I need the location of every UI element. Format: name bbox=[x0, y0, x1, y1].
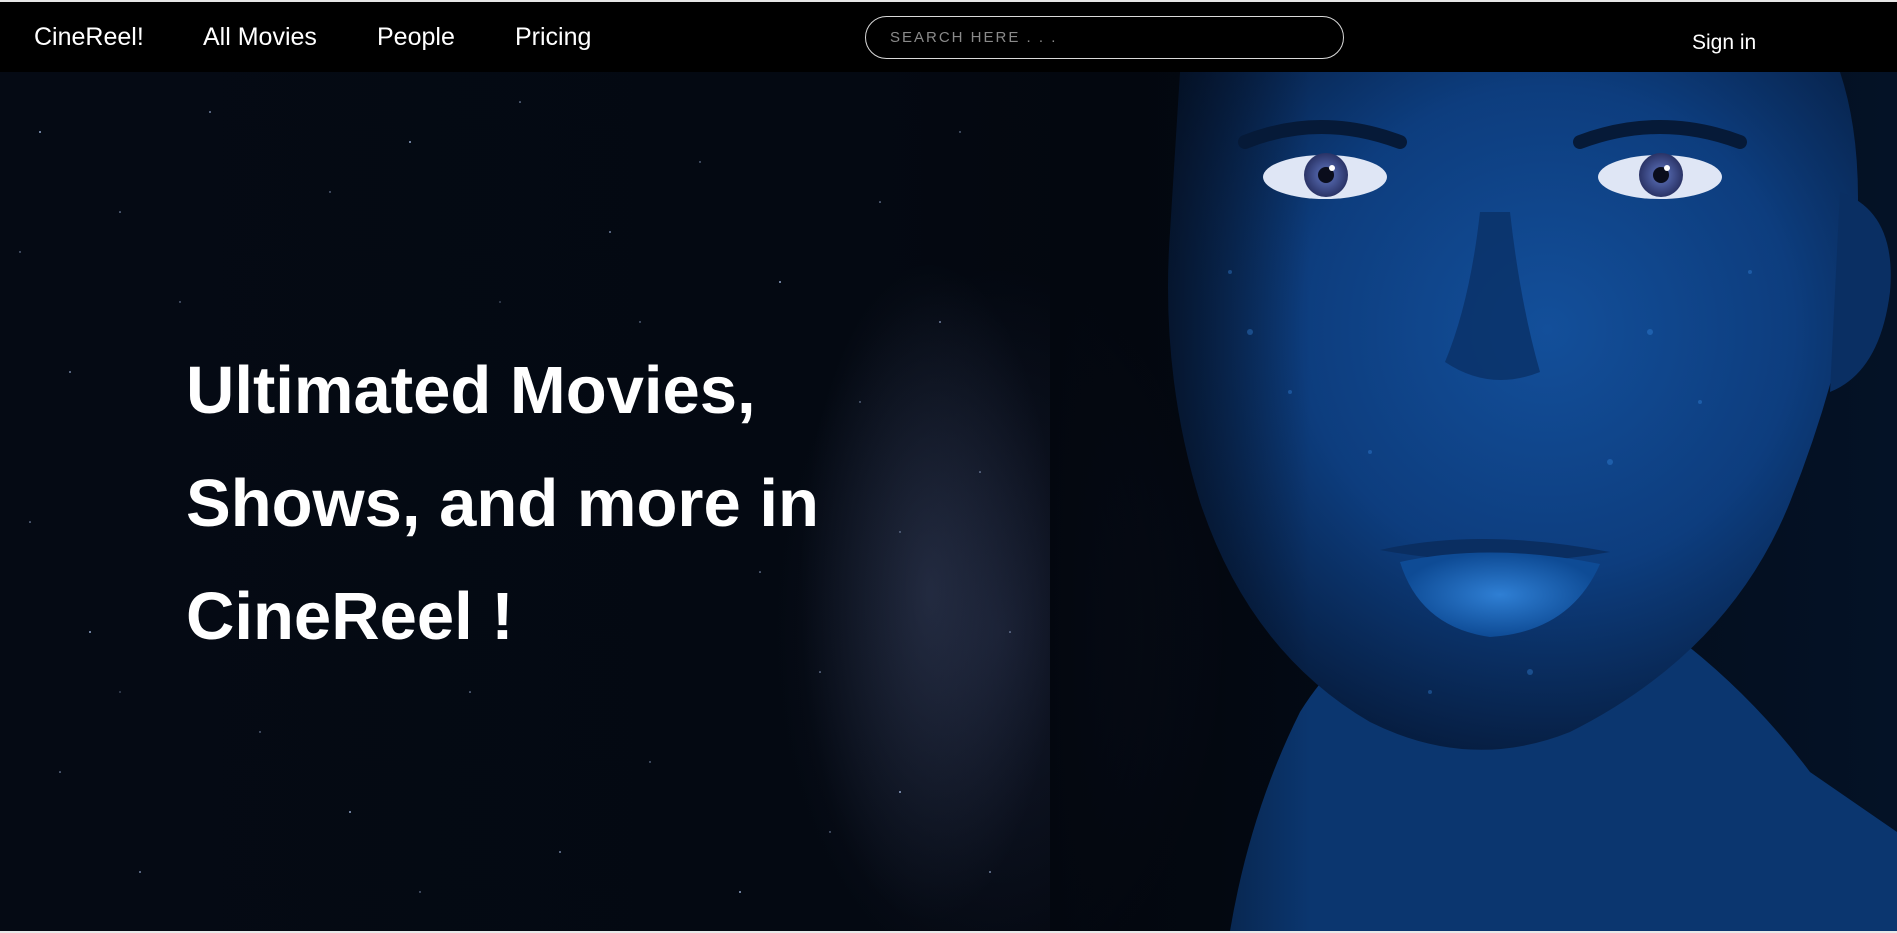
sign-in-link[interactable]: Sign in bbox=[1692, 30, 1756, 56]
nav-link-pricing[interactable]: Pricing bbox=[515, 22, 591, 52]
page: CineReel! All Movies People Pricing Sign… bbox=[0, 0, 1897, 933]
brand-logo-link[interactable]: CineReel! bbox=[34, 22, 144, 52]
hero-banner: Ultimated Movies, Shows, and more in Cin… bbox=[0, 72, 1897, 931]
nav-link-people[interactable]: People bbox=[377, 22, 455, 52]
search-input[interactable] bbox=[865, 16, 1344, 59]
hero-headline: Ultimated Movies, Shows, and more in Cin… bbox=[186, 353, 819, 654]
top-navbar: CineReel! All Movies People Pricing Sign… bbox=[0, 0, 1897, 72]
blue-face-portrait-image bbox=[1050, 72, 1897, 931]
nav-link-all-movies[interactable]: All Movies bbox=[203, 22, 317, 52]
